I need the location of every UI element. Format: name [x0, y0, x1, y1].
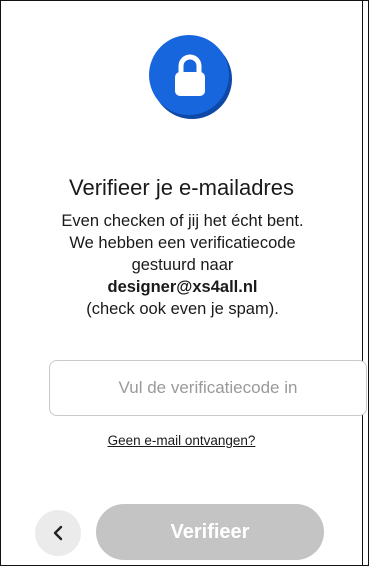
- page-title: Verifieer je e-mailadres: [69, 175, 294, 200]
- no-email-received-link[interactable]: Geen e-mail ontvangen?: [1, 433, 362, 448]
- verification-description: Even checken of jij het écht bent. We he…: [9, 210, 356, 320]
- description-line: gestuurd naar: [131, 256, 234, 274]
- back-button[interactable]: [35, 510, 81, 556]
- verification-code-input[interactable]: [49, 360, 367, 416]
- lock-badge: [149, 35, 229, 115]
- description-line: (check ook even je spam).: [86, 300, 279, 318]
- lock-icon: [175, 54, 205, 96]
- verification-screen: Verifieer je e-mailadres Even checken of…: [0, 0, 369, 566]
- chevron-left-icon: [53, 525, 63, 541]
- verify-button[interactable]: Verifieer: [96, 504, 324, 560]
- description-line: Even checken of jij het écht bent.: [61, 212, 304, 230]
- description-line: We hebben een verificatiecode: [69, 234, 296, 252]
- email-address: designer@xs4all.nl: [107, 278, 258, 296]
- panel-edge: [362, 1, 363, 565]
